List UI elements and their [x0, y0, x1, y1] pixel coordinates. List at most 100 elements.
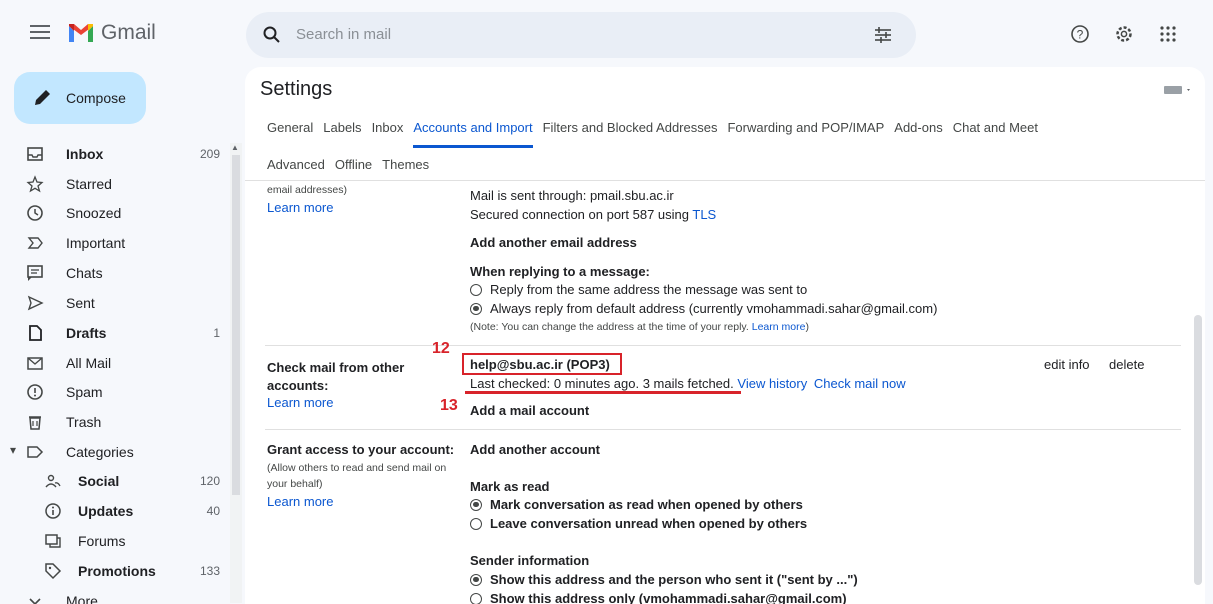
settings-scrollbar[interactable] [1191, 185, 1205, 604]
sidebar-item-social[interactable]: Social 120 [0, 467, 228, 495]
delete-account-link[interactable]: delete [1109, 357, 1144, 372]
sidebar-item-trash[interactable]: Trash [0, 408, 228, 436]
tab-offline[interactable]: Offline [335, 157, 372, 172]
scroll-up-icon[interactable]: ▲ [231, 143, 239, 152]
check-mail-status: Last checked: 0 minutes ago. 3 mails fet… [470, 376, 906, 391]
add-email-address-link[interactable]: Add another email address [470, 235, 637, 250]
tab-themes[interactable]: Themes [382, 157, 429, 172]
tab-add-ons[interactable]: Add-ons [894, 120, 942, 148]
edit-info-link[interactable]: edit info [1044, 357, 1090, 372]
tab-advanced[interactable]: Advanced [267, 157, 325, 172]
sender-information-heading: Sender information [470, 553, 590, 568]
leave-unread-radio[interactable] [470, 517, 482, 530]
check-mail-label: Check mail from other accounts: Learn mo… [267, 359, 437, 410]
show-address-and-sender-option[interactable]: Show this address and the person who sen… [470, 572, 858, 587]
mark-as-read-heading: Mark as read [470, 479, 550, 494]
sidebar-item-drafts[interactable]: Drafts 1 [0, 319, 228, 347]
tab-labels[interactable]: Labels [323, 120, 361, 148]
search-input[interactable]: Search in mail [296, 26, 391, 43]
reply-note-learn-more-link[interactable]: Learn more [752, 321, 806, 333]
sidebar-item-label: Social [78, 473, 120, 489]
search-bar[interactable]: Search in mail [246, 12, 916, 58]
sidebar-item-promotions[interactable]: Promotions 133 [0, 557, 228, 585]
app-name: Gmail [101, 21, 156, 44]
input-tools-icon[interactable] [1163, 83, 1193, 97]
show-address-and-sender-radio[interactable] [470, 573, 482, 586]
sidebar-item-label: Forums [78, 533, 126, 549]
reply-default-address-option[interactable]: Always reply from default address (curre… [470, 301, 937, 316]
sidebar-item-forums[interactable]: Forums [0, 527, 228, 555]
sidebar-item-count: 133 [199, 564, 220, 578]
pencil-icon [35, 90, 50, 105]
check-mail-learn-more-link[interactable]: Learn more [267, 395, 437, 410]
chevron-down-icon [29, 598, 41, 604]
tab-chat-and-meet[interactable]: Chat and Meet [953, 120, 1038, 148]
grant-access-learn-more-link[interactable]: Learn more [267, 494, 467, 509]
sidebar-item-all-mail[interactable]: All Mail [0, 349, 228, 377]
sidebar-item-label: Starred [66, 176, 112, 192]
tls-link[interactable]: TLS [692, 207, 716, 222]
sidebar-item-updates[interactable]: Updates 40 [0, 497, 228, 525]
tab-filters-and-blocked-addresses[interactable]: Filters and Blocked Addresses [543, 120, 718, 148]
replying-heading: When replying to a message: [470, 264, 650, 279]
sidebar-item-sent[interactable]: Sent [0, 289, 228, 317]
sidebar-item-label: Chats [66, 265, 103, 281]
show-address-only-radio[interactable] [470, 592, 482, 604]
sidebar-item-inbox[interactable]: Inbox 209 [0, 140, 228, 168]
compose-label: Compose [66, 90, 126, 106]
spam-icon [27, 384, 43, 400]
apps-grid-icon[interactable] [1158, 24, 1178, 44]
gmail-logo[interactable]: Gmail [67, 21, 156, 45]
help-icon[interactable]: ? [1070, 24, 1090, 44]
sidebar-scrollbar[interactable]: ▲ [230, 143, 242, 603]
sidebar-item-label: Promotions [78, 563, 156, 579]
sidebar-item-important[interactable]: Important [0, 229, 228, 257]
tab-general[interactable]: General [267, 120, 313, 148]
sidebar-item-spam[interactable]: Spam [0, 378, 228, 406]
sidebar-item-label: Drafts [66, 325, 107, 341]
chat-icon [27, 265, 43, 281]
reply-note: (Note: You can change the address at the… [470, 321, 809, 333]
categories-collapse-icon[interactable]: ▾ [10, 443, 16, 457]
all-mail-icon [27, 357, 43, 370]
settings-scroll-thumb[interactable] [1194, 315, 1202, 585]
tabs-divider [245, 180, 1205, 181]
draft-icon [29, 325, 42, 341]
sidebar-item-snoozed[interactable]: Snoozed [0, 199, 228, 227]
reply-same-radio[interactable] [470, 283, 482, 296]
settings-gear-icon[interactable] [1114, 24, 1134, 44]
sidebar-item-label: Inbox [66, 146, 104, 162]
tag-icon [45, 563, 62, 580]
tab-forwarding-and-pop-imap[interactable]: Forwarding and POP/IMAP [727, 120, 884, 148]
reply-default-radio[interactable] [470, 302, 482, 315]
sidebar-item-categories[interactable]: Categories ▾ [0, 438, 228, 466]
sidebar-item-chats[interactable]: Chats [0, 259, 228, 287]
trash-icon [29, 416, 41, 430]
add-mail-account-link[interactable]: Add a mail account [470, 403, 589, 418]
leave-unread-option[interactable]: Leave conversation unread when opened by… [470, 516, 807, 531]
sidebar-item-starred[interactable]: Starred [0, 170, 228, 198]
sidebar-scroll-thumb[interactable] [232, 155, 240, 495]
settings-tabs-row2: Advanced Offline Themes [267, 157, 429, 172]
tab-accounts-and-import[interactable]: Accounts and Import [413, 120, 533, 148]
check-mail-now-link[interactable]: Check mail now [814, 376, 906, 391]
compose-button[interactable]: Compose [14, 72, 146, 124]
send-mail-learn-more-link[interactable]: Learn more [267, 200, 447, 215]
sidebar-item-label: Updates [78, 503, 134, 519]
svg-text:?: ? [1077, 28, 1084, 42]
sent-through-text: Mail is sent through: pmail.sbu.ac.ir [470, 188, 674, 203]
tab-inbox[interactable]: Inbox [372, 120, 404, 148]
section-divider [265, 429, 1181, 430]
forum-icon [45, 534, 61, 548]
annotation-underline-status [465, 391, 741, 394]
show-address-only-option[interactable]: Show this address only (vmohammadi.sahar… [470, 591, 847, 604]
mark-read-radio[interactable] [470, 498, 482, 511]
reply-same-address-option[interactable]: Reply from the same address the message … [470, 282, 807, 297]
sidebar-item-more[interactable]: More [0, 587, 228, 604]
add-another-account-link[interactable]: Add another account [470, 442, 600, 457]
search-icon[interactable] [262, 25, 282, 45]
view-history-link[interactable]: View history [737, 376, 807, 391]
main-menu-button[interactable] [30, 25, 50, 41]
search-options-icon[interactable] [874, 26, 892, 44]
mark-read-option[interactable]: Mark conversation as read when opened by… [470, 497, 803, 512]
